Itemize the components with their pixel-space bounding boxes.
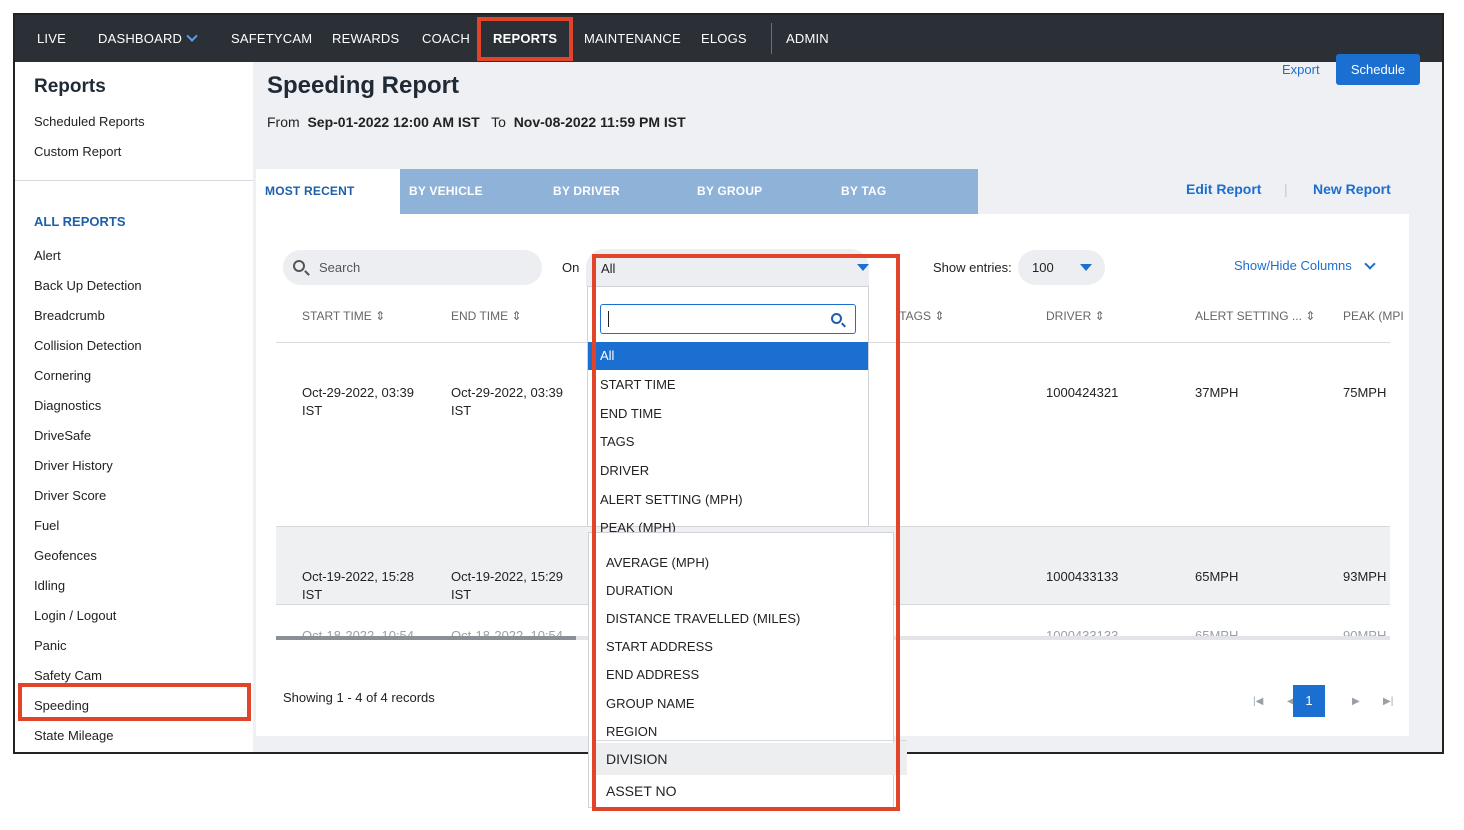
column-header-label: TAGS xyxy=(899,309,931,323)
next-page-icon[interactable]: ▶ xyxy=(1352,696,1360,707)
schedule-button[interactable]: Schedule xyxy=(1336,54,1420,85)
annotation-box-reports xyxy=(477,17,573,61)
sidebar-item-cornering[interactable]: Cornering xyxy=(34,368,91,383)
nav-dashboard[interactable]: DASHBOARD xyxy=(98,15,198,62)
cell-line: IST xyxy=(302,403,323,418)
cell-line: IST xyxy=(451,587,472,602)
cell-alert-setting: 37MPH xyxy=(1195,385,1239,400)
nav-maintenance[interactable]: MAINTENANCE xyxy=(584,15,681,62)
cell-start-time: Oct-29-2022, 03:39 IST xyxy=(302,384,414,420)
to-label: To xyxy=(491,114,506,130)
annotation-box-dropdown xyxy=(592,254,900,811)
new-report-link[interactable]: New Report xyxy=(1313,181,1391,197)
search-icon xyxy=(293,260,305,272)
nav-elogs[interactable]: ELOGS xyxy=(701,15,747,62)
first-page-icon[interactable]: |◀ xyxy=(1253,696,1263,707)
sidebar-link-custom-report[interactable]: Custom Report xyxy=(34,144,121,159)
show-hide-columns-button[interactable]: Show/Hide Columns xyxy=(1234,258,1352,273)
column-header-driver[interactable]: DRIVER ⇕ xyxy=(1046,309,1105,323)
nav-coach[interactable]: COACH xyxy=(422,15,470,62)
export-button[interactable]: Export xyxy=(1282,62,1320,77)
sidebar-item-driver-history[interactable]: Driver History xyxy=(34,458,113,473)
sidebar-item-collision-detection[interactable]: Collision Detection xyxy=(34,338,142,353)
sidebar-item-panic[interactable]: Panic xyxy=(34,638,67,653)
cell-line: Oct-29-2022, 03:39 xyxy=(451,385,564,400)
sidebar-item-back-up-detection[interactable]: Back Up Detection xyxy=(34,278,142,293)
sidebar-item-diagnostics[interactable]: Diagnostics xyxy=(34,398,101,413)
sidebar-item-geofences[interactable]: Geofences xyxy=(34,548,97,563)
top-navigation: LIVE DASHBOARD SAFETYCAM REWARDS COACH R… xyxy=(15,15,1442,62)
column-header-label: PEAK (MPI xyxy=(1343,309,1404,323)
cell-line: IST xyxy=(451,403,472,418)
cell-alert-setting: 65MPH xyxy=(1195,569,1239,584)
tab-by-driver[interactable]: BY DRIVER xyxy=(553,169,620,214)
sidebar-item-login-logout[interactable]: Login / Logout xyxy=(34,608,116,623)
nav-dashboard-label: DASHBOARD xyxy=(98,31,183,46)
column-header-tags[interactable]: TAGS ⇕ xyxy=(899,309,944,323)
from-label: From xyxy=(267,114,300,130)
sidebar-item-state-mileage[interactable]: State Mileage xyxy=(34,728,114,743)
column-header-label: START TIME xyxy=(302,309,372,323)
entries-value: 100 xyxy=(1032,260,1054,275)
date-range: From Sep-01-2022 12:00 AM IST To Nov-08-… xyxy=(267,114,686,130)
tab-by-vehicle[interactable]: BY VEHICLE xyxy=(409,169,483,214)
column-header-peak[interactable]: PEAK (MPI xyxy=(1343,309,1405,323)
tab-by-group[interactable]: BY GROUP xyxy=(697,169,762,214)
nav-divider xyxy=(771,23,772,54)
cell-driver: 1000424321 xyxy=(1046,385,1119,400)
cell-line: Oct-29-2022, 03:39 xyxy=(302,385,415,400)
cell-line: IST xyxy=(302,587,323,602)
last-page-icon[interactable]: ▶| xyxy=(1383,696,1393,707)
report-tabs: MOST RECENT BY VEHICLE BY DRIVER BY GROU… xyxy=(256,169,978,214)
sidebar-item-alert[interactable]: Alert xyxy=(34,248,61,263)
cell-driver: 1000433133 xyxy=(1046,569,1119,584)
tab-most-recent[interactable]: MOST RECENT xyxy=(256,169,400,214)
entries-select[interactable]: 100 xyxy=(1018,250,1105,285)
column-header-label: END TIME xyxy=(451,309,509,323)
cell-line: Oct-19-2022, 15:29 xyxy=(451,569,564,584)
column-header-start-time[interactable]: START TIME ⇕ xyxy=(302,309,385,323)
nav-admin[interactable]: ADMIN xyxy=(786,15,829,62)
records-summary: Showing 1 - 4 of 4 records xyxy=(283,690,435,705)
scrollbar-thumb[interactable] xyxy=(276,636,576,640)
column-header-label: DRIVER xyxy=(1046,309,1092,323)
sidebar-divider xyxy=(15,180,253,181)
search-input[interactable]: Search xyxy=(283,250,542,285)
from-value: Sep-01-2022 12:00 AM IST xyxy=(307,114,480,130)
column-header-end-time[interactable]: END TIME ⇕ xyxy=(451,309,522,323)
column-header-label: ALERT SETTING ... xyxy=(1195,309,1302,323)
cell-peak: 93MPH xyxy=(1343,569,1387,584)
nav-live[interactable]: LIVE xyxy=(37,15,66,62)
tab-by-tag[interactable]: BY TAG xyxy=(841,169,886,214)
sidebar-item-breadcrumb[interactable]: Breadcrumb xyxy=(34,308,105,323)
cell-peak: 75MPH xyxy=(1343,385,1387,400)
edit-report-link[interactable]: Edit Report xyxy=(1186,181,1261,197)
annotation-box-speeding xyxy=(18,683,251,721)
nav-rewards[interactable]: REWARDS xyxy=(332,15,399,62)
to-value: Nov-08-2022 11:59 PM IST xyxy=(513,114,686,130)
cell-end-time: Oct-19-2022, 15:29 IST xyxy=(451,568,563,604)
caret-down-icon xyxy=(1080,264,1092,271)
sidebar-item-driver-score[interactable]: Driver Score xyxy=(34,488,106,503)
sidebar: Reports Scheduled Reports Custom Report … xyxy=(15,62,253,752)
nav-safetycam[interactable]: SAFETYCAM xyxy=(231,15,312,62)
sidebar-item-safety-cam[interactable]: Safety Cam xyxy=(34,668,102,683)
sidebar-item-idling[interactable]: Idling xyxy=(34,578,65,593)
show-entries-label: Show entries: xyxy=(933,260,1012,275)
cell-line: Oct-19-2022, 15:28 xyxy=(302,569,415,584)
sidebar-item-fuel[interactable]: Fuel xyxy=(34,518,59,533)
page-number-button[interactable]: 1 xyxy=(1293,685,1325,717)
page-title: Speeding Report xyxy=(267,72,460,99)
column-header-alert-setting[interactable]: ALERT SETTING ... ⇕ xyxy=(1195,309,1315,323)
action-separator: | xyxy=(1284,181,1288,197)
sidebar-title: Reports xyxy=(34,76,106,97)
search-placeholder: Search xyxy=(319,260,361,275)
chevron-down-icon xyxy=(186,30,198,42)
cell-end-time: Oct-29-2022, 03:39 IST xyxy=(451,384,563,420)
sidebar-section-all-reports: ALL REPORTS xyxy=(34,214,126,229)
on-label: On xyxy=(562,260,580,275)
sidebar-link-scheduled-reports[interactable]: Scheduled Reports xyxy=(34,114,145,129)
cell-start-time: Oct-19-2022, 15:28 IST xyxy=(302,568,414,604)
sidebar-item-drivesafe[interactable]: DriveSafe xyxy=(34,428,91,443)
